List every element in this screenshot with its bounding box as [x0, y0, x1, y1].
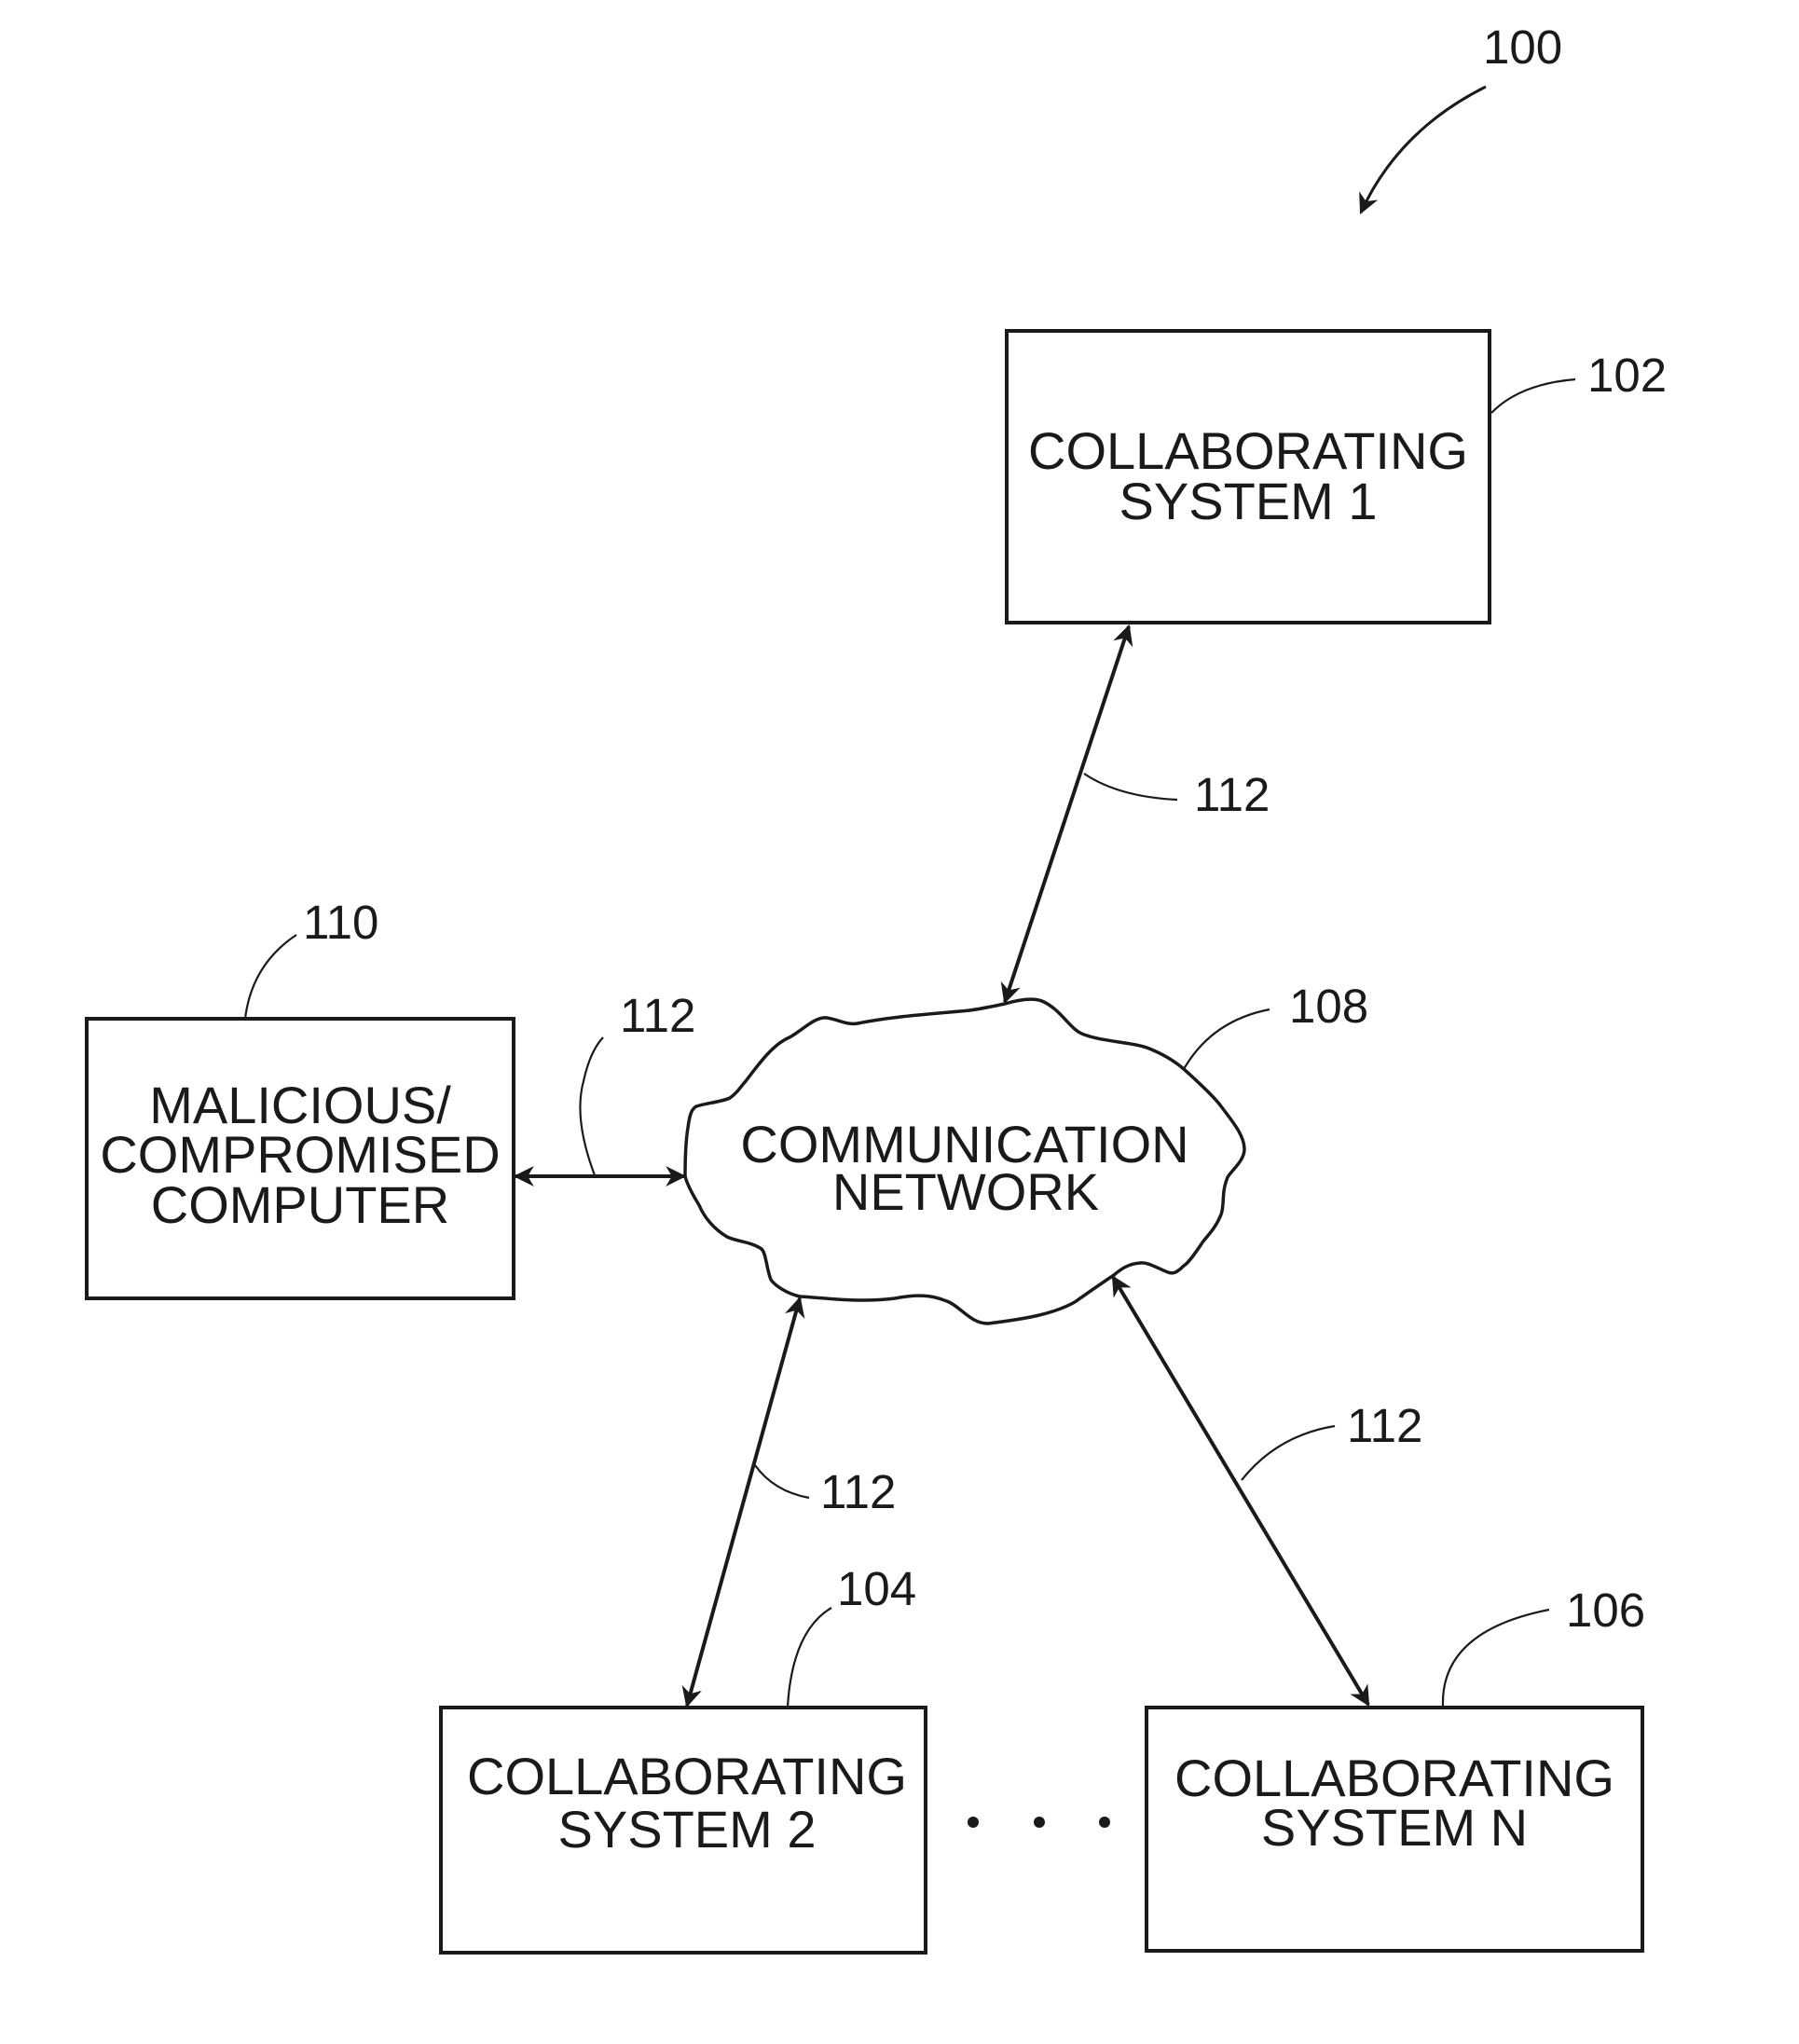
- figure-pointer-arrow: [1359, 85, 1487, 215]
- collaborating-system-2-label-line1: COLLABORATING: [467, 1747, 907, 1805]
- bidirectional-arrow: [681, 1296, 805, 1708]
- network-label-line2: NETWORK: [832, 1162, 1099, 1221]
- collaborating-system-1-label-line2: SYSTEM 1: [1119, 472, 1378, 530]
- link-reference-number: 112: [1347, 1399, 1422, 1452]
- reference-number-104: 104: [837, 1562, 916, 1615]
- collaborating-system-1: COLLABORATING SYSTEM 1 102: [1005, 329, 1667, 624]
- malicious-computer: MALICIOUS/ COMPROMISED COMPUTER 110: [85, 896, 515, 1300]
- reference-leader-106: [1441, 1608, 1550, 1708]
- bidirectional-arrow: [1111, 1275, 1370, 1707]
- figure-number: 100: [1483, 21, 1562, 74]
- ellipsis: [968, 1817, 1110, 1828]
- reference-number-108: 108: [1289, 980, 1368, 1033]
- link-network-collab1: 112: [1000, 624, 1270, 1005]
- reference-leader-104: [786, 1607, 832, 1708]
- reference-leader-108: [1183, 1008, 1270, 1070]
- link-leader: [1083, 773, 1178, 802]
- link-network-collabN: 112: [1111, 1275, 1422, 1707]
- link-network-collab2: 112: [681, 1296, 896, 1708]
- ellipsis-dot: [1099, 1817, 1110, 1828]
- reference-leader-110: [243, 934, 297, 1020]
- ellipsis-dot: [1034, 1817, 1045, 1828]
- collaborating-system-n-label-line2: SYSTEM N: [1261, 1798, 1528, 1857]
- communication-network: COMMUNICATION NETWORK 108: [683, 980, 1368, 1325]
- collaborating-system-n: COLLABORATING SYSTEM N 106: [1145, 1584, 1645, 1953]
- system-diagram: 100 COLLABORATING SYSTEM 1 102 MALICIOUS…: [85, 21, 1667, 1955]
- collaborating-system-2-label-line2: SYSTEM 2: [558, 1800, 817, 1859]
- link-malicious-network: 112: [513, 989, 695, 1187]
- ellipsis-dot: [968, 1817, 979, 1828]
- collaborating-system-2: COLLABORATING SYSTEM 2 104: [439, 1562, 927, 1955]
- link-reference-number: 112: [1194, 768, 1270, 821]
- link-reference-number: 112: [620, 989, 695, 1042]
- figure-reference: 100: [1359, 21, 1562, 215]
- bidirectional-arrow: [1000, 624, 1133, 1005]
- link-leader: [1241, 1424, 1336, 1481]
- reference-leader-102: [1490, 377, 1576, 414]
- malicious-computer-label-line3: COMPUTER: [151, 1175, 449, 1234]
- link-leader: [579, 1036, 604, 1176]
- link-leader: [754, 1464, 810, 1500]
- reference-number-106: 106: [1566, 1584, 1645, 1637]
- reference-number-102: 102: [1587, 349, 1667, 402]
- link-reference-number: 112: [820, 1465, 896, 1518]
- reference-number-110: 110: [303, 896, 378, 949]
